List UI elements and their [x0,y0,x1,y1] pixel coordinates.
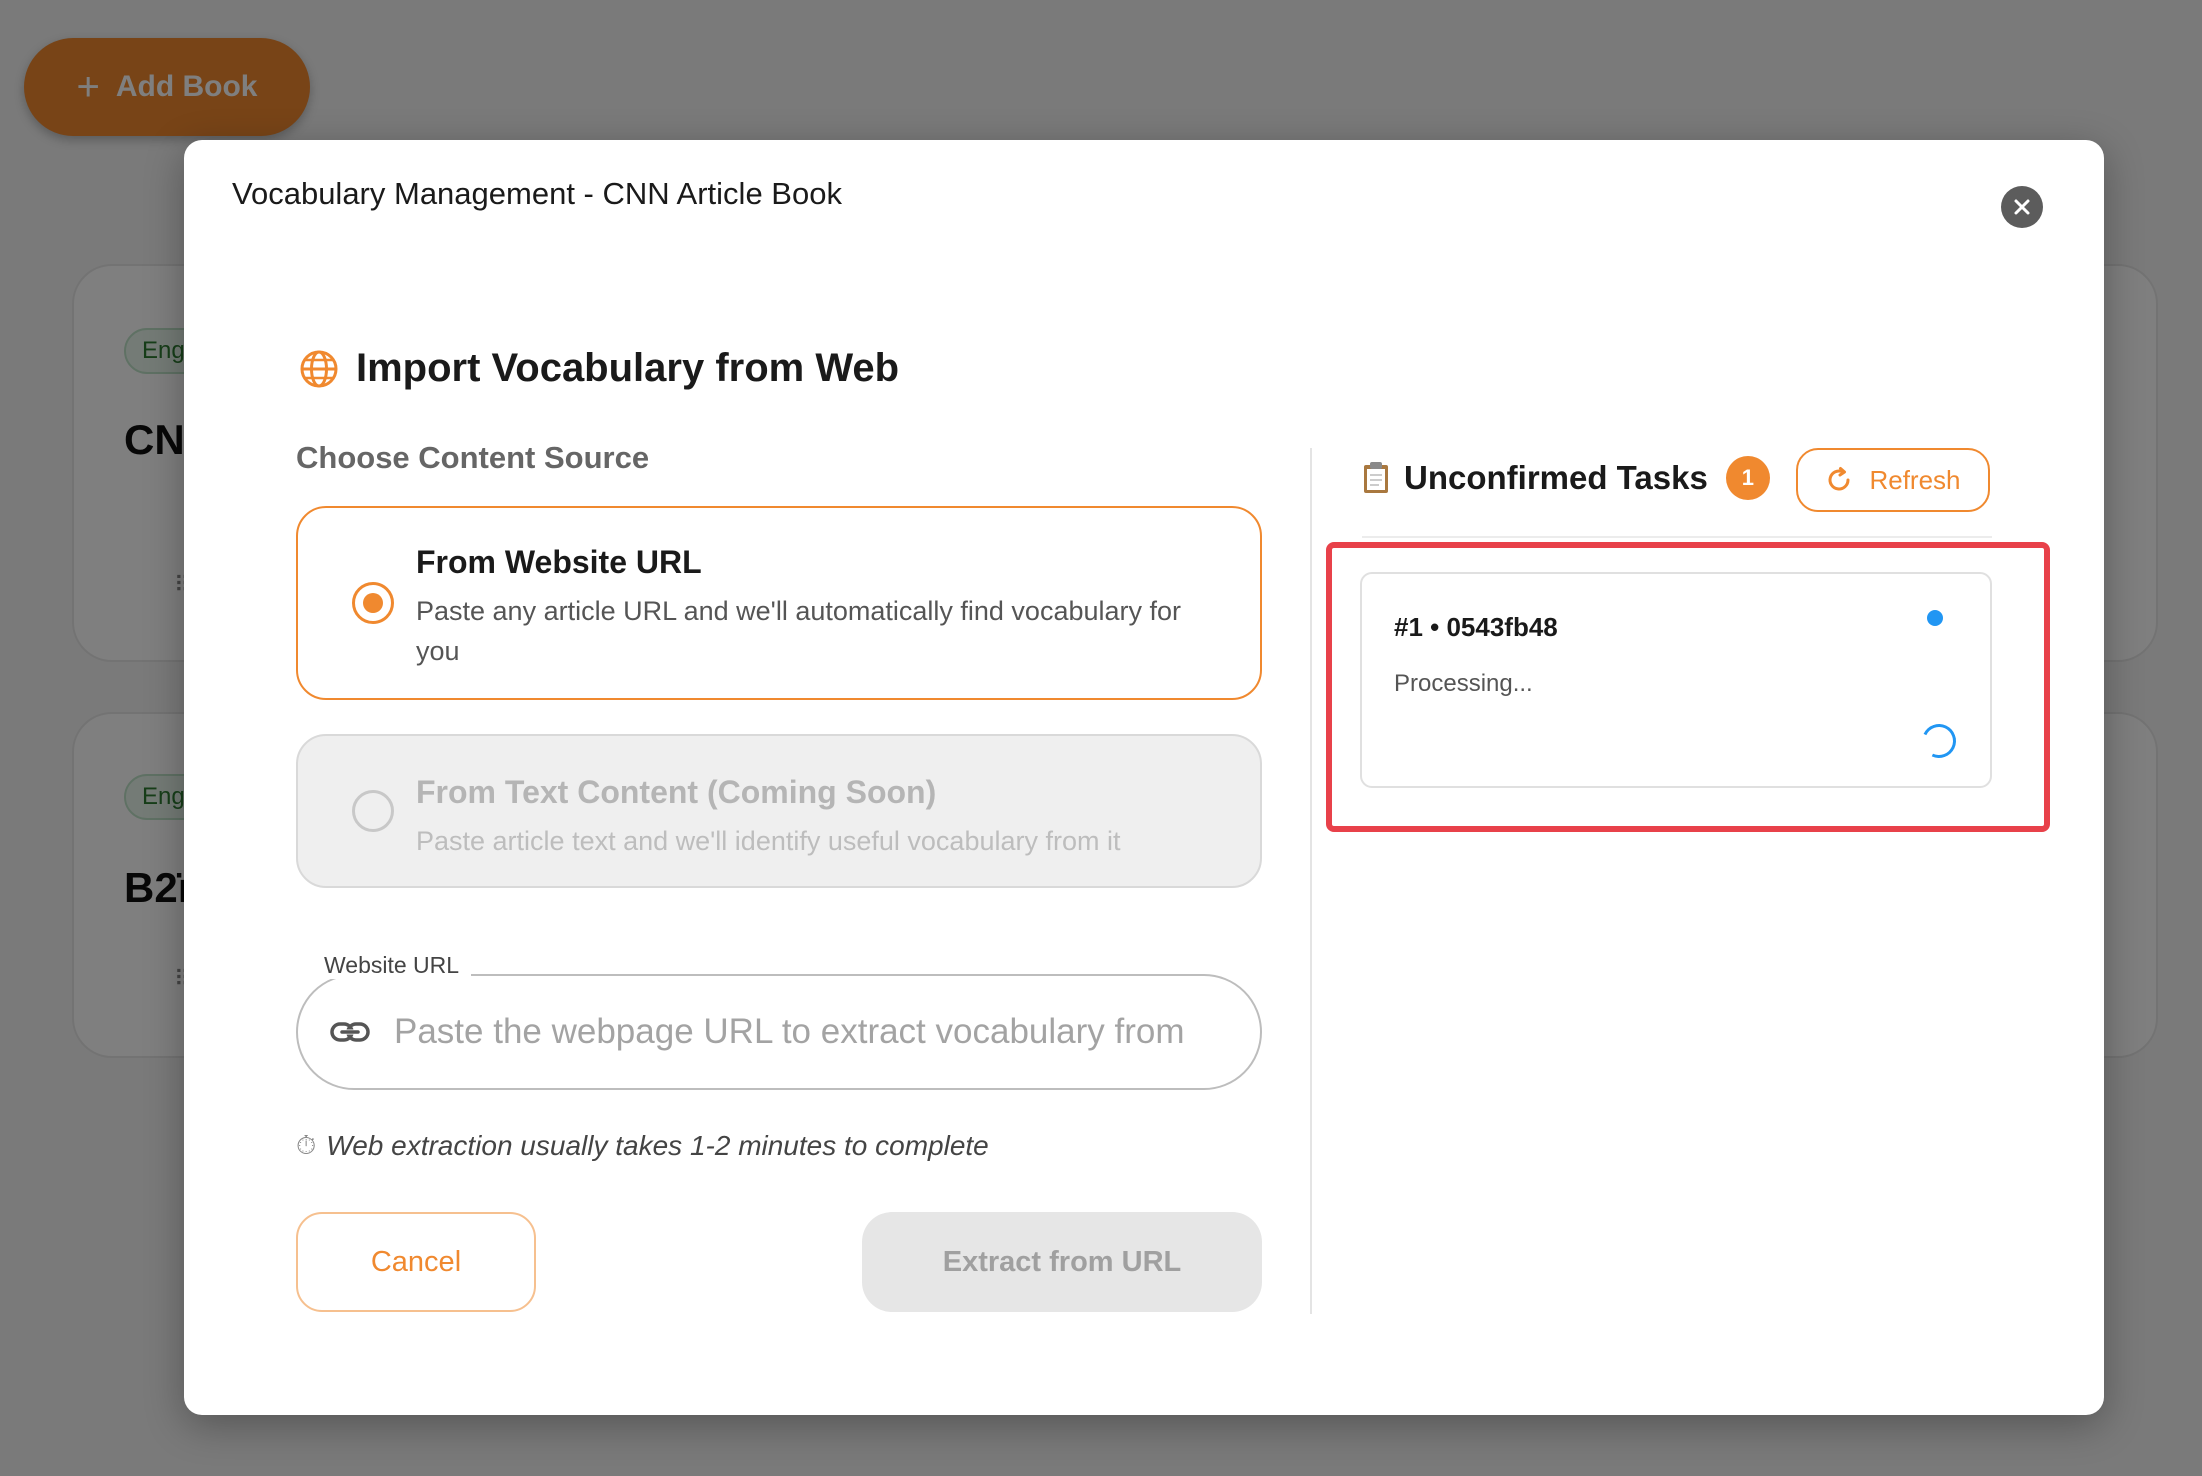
refresh-icon [1829,467,1850,491]
link-icon [330,1022,370,1042]
modal-title: Vocabulary Management - CNN Article Book [232,176,842,211]
content-source-panel: Choose Content Source From Website URL P… [296,440,1262,1312]
close-icon [2014,199,2030,215]
tasks-header-divider [1362,536,1992,538]
option-text-content: From Text Content (Coming Soon) Paste ar… [296,734,1262,888]
import-heading-text: Import Vocabulary from Web [356,346,900,390]
radio-text-content [352,790,394,832]
unconfirmed-tasks-title: Unconfirmed Tasks [1404,459,1708,496]
task-card[interactable]: #1 • 0543fb48 Processing... [1360,572,1992,788]
option-title: From Text Content (Coming Soon) [416,774,937,810]
option-description: Paste article text and we'll identify us… [416,826,1121,856]
vocabulary-management-modal: Vocabulary Management - CNN Article Book… [184,140,2104,1415]
refresh-button[interactable]: Refresh [1796,448,1990,512]
extraction-hint: ⏱ Web extraction usually takes 1-2 minut… [296,1130,989,1162]
loading-spinner-icon [1917,719,1961,763]
status-dot-icon [1927,610,1943,626]
website-url-label: Website URL [312,952,472,979]
task-id: #1 • 0543fb48 [1394,612,1558,642]
task-count-badge: 1 [1725,456,1770,500]
option-description: Paste any article URL and we'll automati… [416,596,1182,666]
import-heading: Import Vocabulary from Web [298,346,899,391]
extract-from-url-button[interactable]: Extract from URL [862,1212,1262,1312]
close-button[interactable] [2001,186,2043,228]
timer-icon: ⏱ [296,1130,317,1160]
option-website-url[interactable]: From Website URL Paste any article URL a… [296,506,1262,700]
website-url-input[interactable] [394,1012,1234,1052]
extraction-hint-text: Web extraction usually takes 1-2 minutes… [326,1130,989,1161]
cancel-button[interactable]: Cancel [296,1212,536,1312]
task-status: Processing... [1394,670,1533,697]
unconfirmed-tasks-header: Unconfirmed Tasks 1 [1362,456,1770,500]
column-divider [1310,448,1312,1314]
website-url-field[interactable]: Website URL [296,952,1262,1090]
refresh-label: Refresh [1869,464,1961,495]
globe-icon [300,350,338,387]
choose-source-label: Choose Content Source [296,440,650,475]
option-title: From Website URL [416,544,702,580]
radio-website-url[interactable] [352,582,394,624]
clipboard-icon [1364,462,1388,493]
